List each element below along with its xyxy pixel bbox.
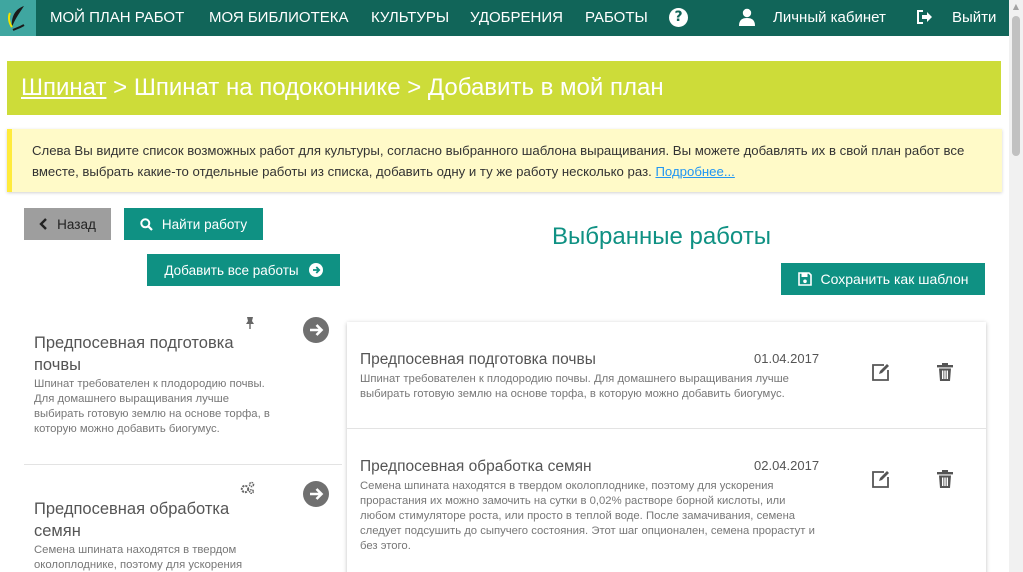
selected-work-title: Предпосевная подготовка почвы xyxy=(360,351,596,368)
help-icon[interactable]: ? xyxy=(669,8,688,27)
nav-my-library[interactable]: МОЯ БИБЛИОТЕКА xyxy=(209,0,349,36)
nav-works[interactable]: РАБОТЫ xyxy=(585,0,648,36)
back-button[interactable]: Назад xyxy=(24,208,111,240)
info-text: Слева Вы видите список возможных работ д… xyxy=(32,143,965,179)
find-work-button-label: Найти работу xyxy=(161,216,248,232)
back-button-label: Назад xyxy=(57,216,96,232)
save-as-template-button-label: Сохранить как шаблон xyxy=(820,271,969,287)
nav-logout[interactable]: Выйти xyxy=(952,0,996,36)
breadcrumb-path: > Шпинат на подоконнике > Добавить в мой… xyxy=(106,74,664,101)
available-work-title: Предпосевная подготовка почвы xyxy=(34,334,234,374)
save-as-template-button[interactable]: Сохранить как шаблон xyxy=(781,263,985,295)
trash-icon[interactable] xyxy=(935,362,955,382)
top-navbar: МОЙ ПЛАН РАБОТ МОЯ БИБЛИОТЕКА КУЛЬТУРЫ У… xyxy=(0,0,1009,36)
scroll-up-arrow-icon[interactable]: ▲ xyxy=(1009,0,1023,14)
scroll-thumb[interactable] xyxy=(1012,16,1020,156)
nav-account[interactable]: Личный кабинет xyxy=(773,0,886,36)
add-all-works-button-label: Добавить все работы xyxy=(164,262,299,278)
available-work-description: Семена шпината находятся в твердом около… xyxy=(34,544,243,571)
edit-icon[interactable] xyxy=(871,469,891,489)
available-work-item: Предпосевная подготовка почвы Шпинат тре… xyxy=(24,317,342,464)
available-work-item: Предпосевная обработка семян Семена шпин… xyxy=(24,465,342,572)
logout-icon xyxy=(917,10,932,24)
scrollbar[interactable]: ▲ xyxy=(1009,0,1023,572)
selected-work-description: Семена шпината находятся в твердом около… xyxy=(360,480,815,552)
leaf-logo-icon[interactable] xyxy=(0,0,36,36)
info-more-link[interactable]: Подробнее... xyxy=(655,164,734,179)
nav-fertilizers[interactable]: УДОБРЕНИЯ xyxy=(470,0,563,36)
selected-work-description: Шпинат требователен к плодородию почвы. … xyxy=(360,373,789,400)
selected-works-list: Предпосевная подготовка почвы 01.04.2017… xyxy=(347,322,986,572)
selected-work-title: Предпосевная обработка семян xyxy=(360,458,592,475)
add-work-arrow-icon[interactable] xyxy=(303,481,329,507)
add-all-works-button[interactable]: Добавить все работы xyxy=(147,254,340,286)
info-box: Слева Вы видите список возможных работ д… xyxy=(7,129,1002,192)
breadcrumb: Шпинат > Шпинат на подоконнике > Добавит… xyxy=(7,61,1001,115)
edit-icon[interactable] xyxy=(871,362,891,382)
selected-works-title: Выбранные работы xyxy=(552,223,771,250)
floppy-disk-icon xyxy=(797,272,812,286)
card-divider xyxy=(347,428,986,429)
search-icon xyxy=(140,217,153,231)
arrow-circle-right-icon xyxy=(308,263,323,277)
add-work-arrow-icon[interactable] xyxy=(303,317,329,343)
user-icon xyxy=(739,8,755,26)
breadcrumb-link-spinach[interactable]: Шпинат xyxy=(21,74,106,102)
find-work-button[interactable]: Найти работу xyxy=(124,208,263,240)
page: МОЙ ПЛАН РАБОТ МОЯ БИБЛИОТЕКА КУЛЬТУРЫ У… xyxy=(0,0,1023,572)
nav-my-plan[interactable]: МОЙ ПЛАН РАБОТ xyxy=(50,0,184,36)
selected-work-date: 01.04.2017 xyxy=(754,351,820,366)
available-work-description: Шпинат требователен к плодородию почвы. … xyxy=(34,378,270,435)
available-work-title: Предпосевная обработка семян xyxy=(34,500,230,540)
selected-work-date: 02.04.2017 xyxy=(754,458,820,473)
pin-icon[interactable] xyxy=(245,316,255,330)
gears-icon[interactable] xyxy=(240,481,255,495)
chevron-left-icon xyxy=(39,218,48,230)
nav-crops[interactable]: КУЛЬТУРЫ xyxy=(371,0,449,36)
trash-icon[interactable] xyxy=(935,469,955,489)
